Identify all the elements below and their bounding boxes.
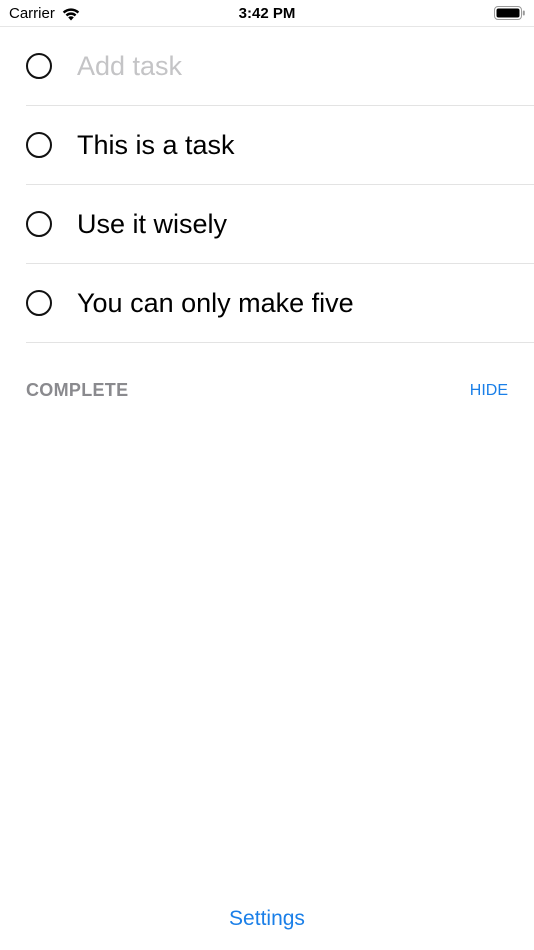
complete-section-header: COMPLETE HIDE (26, 380, 508, 401)
task-row[interactable]: You can only make five (26, 264, 534, 343)
add-task-row[interactable] (26, 27, 534, 106)
add-task-input[interactable] (77, 50, 497, 82)
task-label[interactable]: You can only make five (77, 288, 354, 319)
circle-checkbox-icon[interactable] (26, 290, 52, 316)
clock-time: 3:42 PM (238, 5, 296, 22)
task-label[interactable]: This is a task (77, 130, 235, 161)
task-row[interactable]: This is a task (26, 106, 534, 185)
status-bar: Carrier 3:42 PM (0, 0, 534, 27)
task-row[interactable]: Use it wisely (26, 185, 534, 264)
circle-checkbox-icon[interactable] (26, 132, 52, 158)
battery-icon (494, 6, 525, 20)
task-label[interactable]: Use it wisely (77, 209, 227, 240)
circle-checkbox-icon[interactable] (26, 211, 52, 237)
circle-checkbox-icon[interactable] (26, 53, 52, 79)
settings-button[interactable]: Settings (0, 907, 534, 931)
task-list: This is a task Use it wisely You can onl… (26, 27, 534, 343)
hide-button[interactable]: HIDE (470, 382, 508, 400)
complete-section-title: COMPLETE (26, 380, 129, 400)
